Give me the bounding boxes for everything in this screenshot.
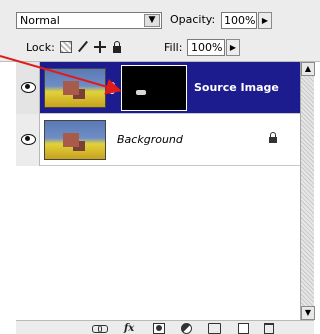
- link-layers-icon[interactable]: [92, 323, 108, 334]
- new-layer-icon[interactable]: [238, 323, 249, 334]
- new-group-icon[interactable]: [208, 323, 221, 334]
- lock-options: [60, 40, 123, 54]
- add-layer-mask-icon[interactable]: [153, 323, 165, 334]
- chevron-up-icon: ▲: [304, 64, 312, 73]
- lock-all-icon[interactable]: [111, 41, 123, 53]
- lock-transparent-pixels-icon[interactable]: [60, 41, 72, 53]
- opacity-input[interactable]: 100%: [221, 12, 257, 29]
- fill-flyout-button[interactable]: ▶: [226, 39, 240, 56]
- lock-label: Lock:: [26, 41, 55, 54]
- opacity-label: Opacity:: [170, 13, 216, 26]
- blend-mode-select[interactable]: Normal ▼: [16, 12, 162, 29]
- chevron-right-icon: ▶: [261, 16, 269, 25]
- link-icon[interactable]: [109, 82, 115, 94]
- scroll-up-button[interactable]: ▲: [301, 62, 315, 76]
- scroll-down-button[interactable]: ▼: [301, 306, 315, 320]
- fill-label: Fill:: [164, 41, 183, 54]
- layer-row-source-image[interactable]: Source Image: [16, 62, 300, 114]
- layer-mask-thumbnail[interactable]: [121, 65, 187, 111]
- blend-mode-value: Normal: [20, 14, 60, 27]
- adjustment-layer-icon[interactable]: [181, 323, 192, 334]
- eye-icon: [21, 134, 36, 145]
- layers-scrollbar[interactable]: ▲ ▼: [300, 62, 315, 320]
- fx-icon[interactable]: fx: [124, 323, 134, 334]
- chevron-down-icon[interactable]: ▼: [144, 14, 160, 27]
- chevron-right-icon: ▶: [229, 43, 237, 52]
- layers-list: Source Image Background: [16, 62, 300, 320]
- fill-input[interactable]: 100%: [187, 39, 225, 56]
- eye-icon: [21, 82, 36, 93]
- layer-name[interactable]: Source Image: [194, 81, 279, 94]
- layer-thumbnail[interactable]: [44, 120, 106, 160]
- lock-position-icon[interactable]: [94, 41, 106, 53]
- layer-row-background[interactable]: Background: [16, 114, 300, 166]
- lock-fill-row: Lock: Fill: 100% ▶: [0, 32, 320, 62]
- layers-panel: Normal ▼ Opacity: 100% ▶ Lock: Fill: 100…: [0, 0, 320, 334]
- blend-opacity-row: Normal ▼ Opacity: 100% ▶: [0, 0, 320, 32]
- layer-thumbnail[interactable]: [44, 68, 106, 108]
- visibility-toggle[interactable]: [16, 62, 40, 114]
- layers-toolbar: fx: [16, 320, 314, 334]
- trash-icon[interactable]: [264, 323, 274, 334]
- layer-name[interactable]: Background: [117, 133, 183, 146]
- lock-icon: [268, 132, 278, 144]
- chevron-down-icon: ▼: [304, 308, 312, 317]
- lock-image-pixels-icon[interactable]: [77, 41, 89, 53]
- opacity-flyout-button[interactable]: ▶: [258, 12, 272, 29]
- visibility-toggle[interactable]: [16, 114, 40, 166]
